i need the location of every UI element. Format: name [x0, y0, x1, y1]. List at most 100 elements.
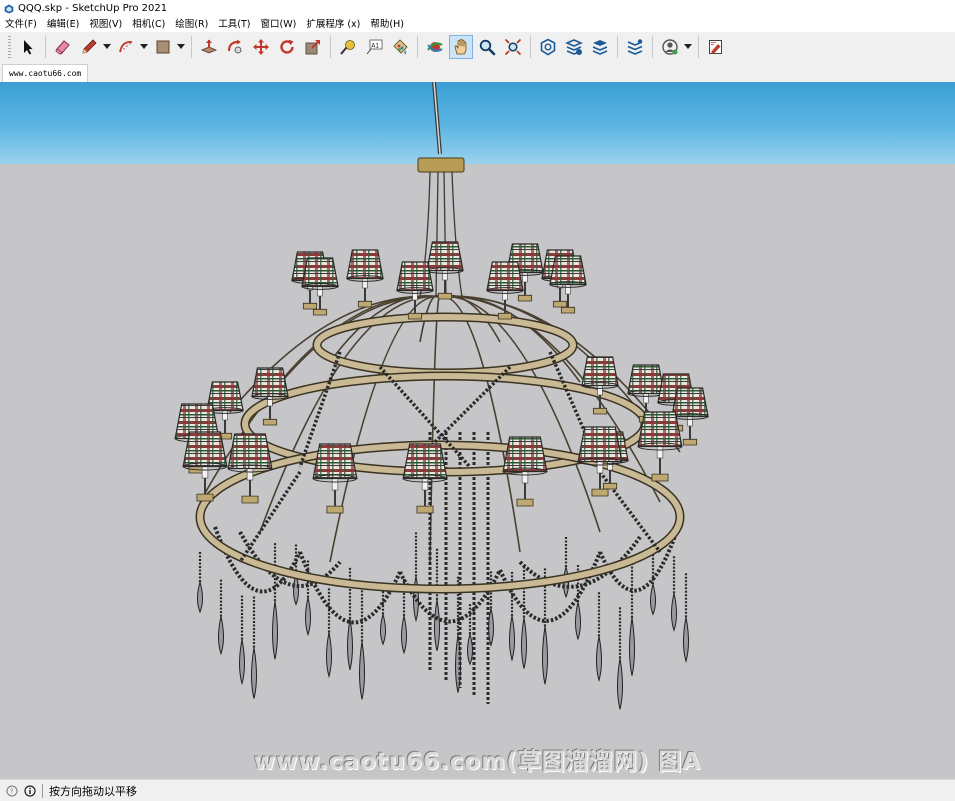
scene-tab[interactable]: www.caotu66.com [2, 64, 89, 82]
paint-bucket-tool-button[interactable] [388, 35, 412, 59]
account-icon [662, 39, 678, 55]
crystal-drop [671, 593, 677, 632]
menu-extensions[interactable]: 扩展程序 (x) [301, 17, 365, 32]
line-tool-button[interactable] [77, 35, 101, 59]
zoom-extents-tool-button[interactable] [501, 35, 525, 59]
plaid-lampshade [402, 443, 448, 480]
menu-camera[interactable]: 相机(C) [127, 17, 170, 32]
trimble-connect-tool-button[interactable] [623, 35, 647, 59]
candle-cup [262, 418, 278, 426]
candle-cup [407, 312, 423, 320]
sketchup-logo-icon [4, 4, 14, 13]
crystal-drop [272, 601, 278, 660]
crystal-drop [197, 580, 203, 614]
menu-help[interactable]: 帮助(H) [365, 17, 409, 32]
candle-cup [357, 300, 373, 308]
share-model-tool-button[interactable] [562, 35, 586, 59]
share-model-icon [565, 39, 583, 55]
watermark-text: www.caotu66.com(草图溜溜网) 图A [253, 749, 702, 775]
rotate-icon [280, 39, 294, 54]
candle [246, 468, 254, 481]
rotate-tool-button[interactable] [275, 35, 299, 59]
plaid-lampshade [671, 387, 709, 418]
candle-cup [302, 302, 318, 310]
crystal-drop [380, 612, 386, 646]
crystal-drop [359, 641, 365, 700]
arc-tool-dropdown[interactable] [139, 35, 148, 59]
candle [656, 446, 664, 459]
candle [412, 290, 418, 301]
menu-draw[interactable]: 绘图(R) [170, 17, 213, 32]
candle [331, 478, 339, 491]
chandelier-model [174, 82, 709, 710]
scene-tabs-bar: www.caotu66.com [0, 62, 955, 82]
lamp-arm [259, 295, 441, 533]
push-pull-tool-button[interactable] [197, 35, 221, 59]
account-tool-button[interactable] [658, 35, 682, 59]
toolbar-separator [617, 36, 618, 58]
chevron-down-icon [102, 44, 111, 49]
crystal-drop [509, 615, 515, 662]
rectangle-tool-dropdown[interactable] [176, 35, 185, 59]
window-title: QQQ.skp - SketchUp Pro 2021 [18, 3, 168, 14]
arc-tool-button[interactable] [114, 35, 138, 59]
toolbar-separator [45, 36, 46, 58]
tape-measure-tool-button[interactable] [336, 35, 360, 59]
pencil-icon [82, 39, 97, 54]
toolbar-separator [191, 36, 192, 58]
crystal-drop [305, 597, 311, 637]
zoom-tool-button[interactable] [475, 35, 499, 59]
account-dropdown[interactable] [683, 35, 692, 59]
plaid-lampshade [627, 364, 665, 395]
trimble-connect-icon [627, 39, 643, 55]
pan-tool-button[interactable] [449, 35, 473, 59]
candle-cup [682, 438, 698, 446]
eraser-icon [55, 40, 70, 55]
extension-warehouse-tool-button[interactable] [588, 35, 612, 59]
model-viewport[interactable]: www.caotu66.com(草图溜溜网) 图A [0, 82, 955, 779]
crystal-drop [239, 639, 245, 686]
line-tool-dropdown[interactable] [102, 35, 111, 59]
info-icon[interactable] [24, 784, 36, 797]
toolbar-separator [698, 36, 699, 58]
plaid-lampshade [577, 426, 623, 463]
orbit-tool-button[interactable] [423, 35, 447, 59]
candle-cup [437, 292, 453, 300]
menu-edit[interactable]: 编辑(E) [42, 17, 84, 32]
rectangle-tool-button[interactable] [151, 35, 175, 59]
plaid-lampshade [426, 241, 464, 272]
candle [502, 290, 508, 301]
menu-tools[interactable]: 工具(T) [213, 17, 255, 32]
candle-cup [516, 498, 534, 507]
select-tool-button[interactable] [16, 35, 40, 59]
follow-me-tool-button[interactable] [223, 35, 247, 59]
status-message: 按方向拖动以平移 [49, 784, 137, 798]
candle-cup [416, 505, 434, 514]
plaid-lampshade [486, 261, 524, 292]
candle-cup [560, 306, 576, 314]
warehouse-tool-button[interactable] [536, 35, 560, 59]
crystal-drop [617, 658, 623, 710]
candle-cup [651, 473, 669, 482]
send-to-layout-icon [709, 40, 722, 54]
menu-window[interactable]: 窗口(W) [256, 17, 302, 32]
title-bar: QQQ.skp - SketchUp Pro 2021 [0, 0, 955, 17]
move-tool-button[interactable] [249, 35, 273, 59]
chevron-down-icon [139, 44, 148, 49]
chevron-down-icon [176, 44, 185, 49]
crystal-drop [467, 632, 473, 666]
text-tool-button[interactable]: A1 [362, 35, 386, 59]
crystal-drop [521, 617, 527, 669]
extension-warehouse-icon [592, 40, 608, 55]
menu-file[interactable]: 文件(F) [0, 17, 42, 32]
scale-tool-button[interactable] [301, 35, 325, 59]
send-to-layout-button[interactable] [704, 35, 728, 59]
eraser-tool-button[interactable] [51, 35, 75, 59]
menu-view[interactable]: 视图(V) [84, 17, 127, 32]
geo-location-icon[interactable]: ? [6, 785, 18, 797]
candle [521, 471, 529, 484]
candle [421, 478, 429, 491]
toolbar-separator [417, 36, 418, 58]
toolbar-grip[interactable] [8, 36, 11, 58]
candle [442, 270, 448, 281]
